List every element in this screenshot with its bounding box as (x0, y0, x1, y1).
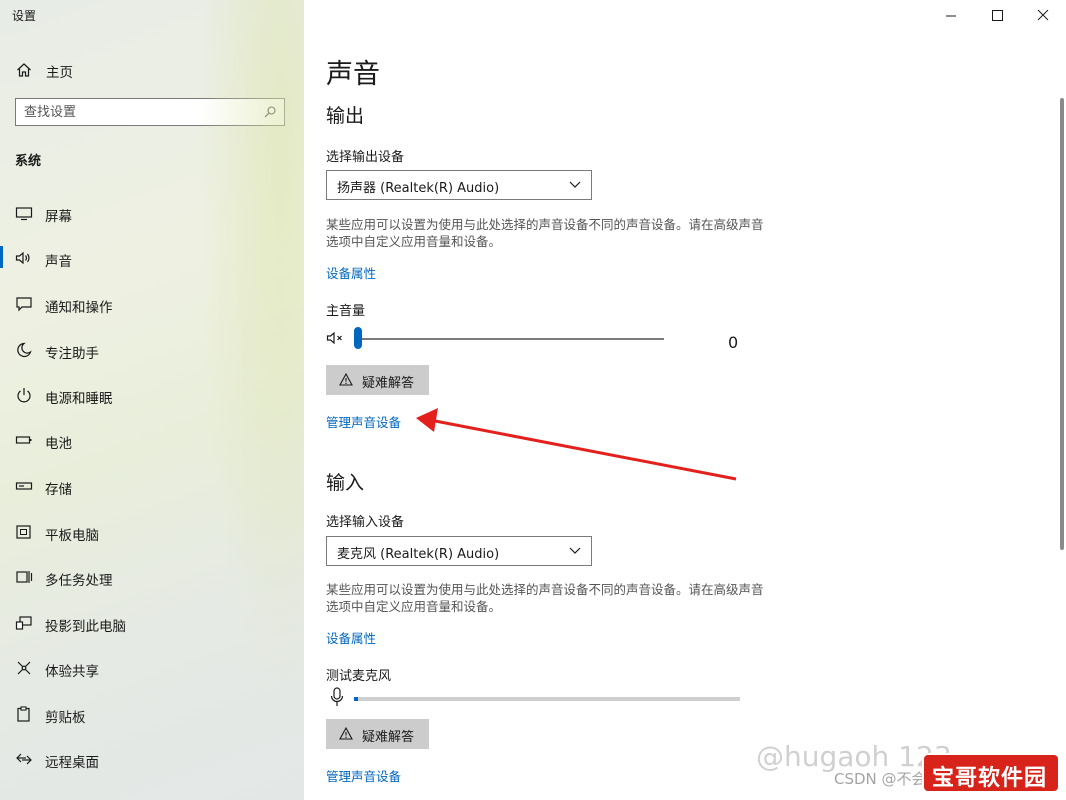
output-troubleshoot-button[interactable]: 疑难解答 (326, 365, 429, 395)
minimize-icon (946, 15, 956, 17)
site-badge: 宝哥软件园 (922, 753, 1060, 793)
search-box[interactable] (15, 98, 285, 126)
sidebar-item-storage[interactable]: 存储 (0, 466, 304, 506)
sidebar-item-label: 剪贴板 (45, 710, 86, 726)
sidebar-item-label: 远程桌面 (45, 755, 99, 771)
sidebar-item-label: 存储 (45, 482, 72, 498)
battery-icon (15, 436, 32, 444)
output-device-value: 扬声器 (Realtek(R) Audio) (337, 181, 500, 196)
close-button[interactable] (1020, 0, 1066, 32)
sidebar-item-battery[interactable]: 电池 (0, 420, 304, 460)
chevron-down-icon (569, 547, 581, 554)
sidebar-item-focus-assist[interactable]: 专注助手 (0, 330, 304, 370)
sidebar-item-screen[interactable]: 屏幕 (0, 193, 304, 233)
vertical-scrollbar[interactable] (1060, 98, 1064, 550)
share-icon (17, 661, 31, 675)
output-section-title: 输出 (326, 105, 365, 127)
speaker-muted-icon[interactable] (326, 330, 346, 346)
output-description: 某些应用可以设置为使用与此处选择的声音设备不同的声音设备。请在高级声音选项中自定… (326, 217, 764, 249)
sidebar-item-project[interactable]: 投影到此电脑 (0, 603, 304, 643)
sidebar-item-label: 投影到此电脑 (45, 619, 126, 635)
warning-icon (339, 373, 353, 386)
master-volume-track[interactable] (354, 338, 664, 340)
sidebar-item-notifications[interactable]: 通知和操作 (0, 284, 304, 324)
microphone-icon (330, 687, 344, 706)
power-icon (17, 388, 31, 403)
sidebar-item-power[interactable]: 电源和睡眠 (0, 375, 304, 415)
remote-desktop-icon (16, 753, 32, 765)
input-troubleshoot-button[interactable]: 疑难解答 (326, 719, 429, 749)
sidebar-item-multitasking[interactable]: 多任务处理 (0, 557, 304, 597)
input-device-value: 麦克风 (Realtek(R) Audio) (337, 547, 500, 562)
sidebar-item-clipboard[interactable]: 剪贴板 (0, 694, 304, 734)
warning-icon (339, 727, 353, 740)
input-manage-devices-link[interactable]: 管理声音设备 (326, 766, 401, 785)
input-device-label: 选择输入设备 (326, 515, 405, 530)
input-device-properties-link[interactable]: 设备属性 (326, 628, 376, 647)
sidebar-item-label: 电源和睡眠 (45, 391, 113, 407)
microphone-level-track (354, 697, 740, 701)
moon-icon (17, 342, 32, 358)
output-device-dropdown[interactable]: 扬声器 (Realtek(R) Audio) (326, 170, 592, 200)
sidebar-item-tablet[interactable]: 平板电脑 (0, 512, 304, 552)
sidebar-item-label: 多任务处理 (45, 573, 113, 589)
sidebar: 设置 主页 系统 屏幕 (0, 0, 304, 800)
input-description: 某些应用可以设置为使用与此处选择的声音设备不同的声音设备。请在高级声音选项中自定… (326, 582, 764, 614)
maximize-button[interactable] (974, 0, 1020, 32)
sidebar-item-label: 主页 (46, 65, 73, 81)
sidebar-item-label: 通知和操作 (45, 300, 113, 316)
minimize-button[interactable] (928, 0, 974, 32)
search-input[interactable] (24, 103, 254, 121)
site-badge-label: 宝哥软件园 (932, 766, 1048, 791)
output-device-label: 选择输出设备 (326, 150, 405, 165)
sidebar-item-label: 屏幕 (45, 209, 72, 225)
master-volume-thumb[interactable] (354, 327, 362, 349)
multitask-icon (16, 571, 33, 583)
home-icon (17, 63, 31, 77)
sidebar-item-label: 电池 (45, 436, 72, 452)
master-volume-value: 0 (728, 333, 739, 352)
storage-icon (15, 482, 33, 490)
speaker-icon (15, 251, 30, 265)
troubleshoot-label: 疑难解答 (362, 376, 415, 391)
sidebar-group-title: 系统 (15, 154, 42, 169)
content-pane: 声音 输出 选择输出设备 扬声器 (Realtek(R) Audio) 某些应用… (304, 0, 1066, 800)
output-manage-devices-link[interactable]: 管理声音设备 (326, 412, 401, 431)
troubleshoot-label: 疑难解答 (362, 730, 415, 745)
search-icon[interactable] (264, 106, 276, 118)
close-icon (1037, 9, 1049, 21)
tablet-icon (16, 525, 31, 539)
sidebar-item-sound[interactable]: 声音 (0, 238, 304, 278)
maximize-icon (992, 10, 1003, 21)
monitor-icon (15, 207, 33, 221)
input-section-title: 输入 (326, 472, 365, 494)
output-device-properties-link[interactable]: 设备属性 (326, 263, 376, 282)
microphone-level-fill (354, 697, 358, 701)
window-title: 设置 (12, 9, 37, 23)
settings-window: 设置 主页 系统 屏幕 (0, 0, 1066, 800)
sidebar-item-home[interactable]: 主页 (0, 52, 304, 88)
sidebar-item-label: 体验共享 (45, 664, 99, 680)
active-indicator (0, 246, 3, 268)
sidebar-item-label: 专注助手 (45, 346, 99, 362)
annotation-arrow (416, 408, 737, 481)
page-title: 声音 (326, 59, 380, 90)
sidebar-item-label: 平板电脑 (45, 528, 99, 544)
sidebar-item-shared-experiences[interactable]: 体验共享 (0, 648, 304, 688)
master-volume-label: 主音量 (326, 304, 366, 319)
sidebar-item-label: 声音 (45, 254, 72, 270)
sidebar-item-remote-desktop[interactable]: 远程桌面 (0, 739, 304, 779)
chevron-down-icon (569, 181, 581, 188)
clipboard-icon (17, 706, 30, 722)
notification-icon (16, 297, 32, 312)
input-device-dropdown[interactable]: 麦克风 (Realtek(R) Audio) (326, 536, 592, 566)
test-microphone-label: 测试麦克风 (326, 669, 392, 684)
project-icon (15, 616, 32, 630)
